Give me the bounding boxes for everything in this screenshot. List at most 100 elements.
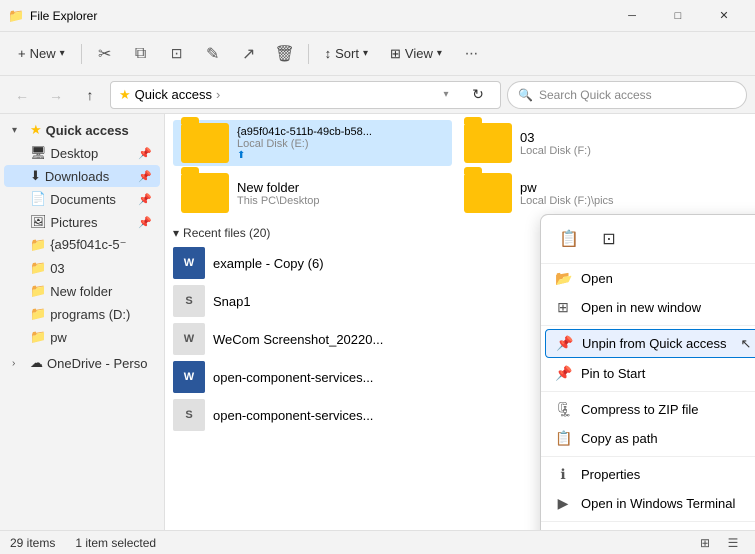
- share-button[interactable]: ↗: [232, 37, 266, 71]
- sidebar-item-programs[interactable]: 📁 programs (D:): [4, 303, 160, 325]
- sidebar-item-onedrive[interactable]: › ☁ OneDrive - Perso: [4, 352, 160, 374]
- file-icon-3: W: [173, 323, 205, 355]
- more-button[interactable]: ···: [454, 37, 488, 71]
- folder-icon: 📁: [30, 329, 46, 345]
- ctx-open[interactable]: 📂 Open Enter: [541, 264, 755, 293]
- ctx-open-new-window[interactable]: ⊞ Open in new window: [541, 293, 755, 322]
- search-bar[interactable]: 🔍 Search Quick access: [507, 81, 747, 109]
- address-bar[interactable]: ★ Quick access › ▾ ↻: [110, 81, 501, 109]
- address-path: Quick access: [135, 87, 212, 102]
- ctx-more-options[interactable]: ⊞ Show more options Shift+F10: [541, 525, 755, 530]
- minimize-button[interactable]: ─: [609, 0, 655, 32]
- back-button[interactable]: ←: [8, 81, 36, 109]
- ctx-copy-icon-btn[interactable]: 📋: [551, 223, 587, 255]
- close-button[interactable]: ✕: [701, 0, 747, 32]
- maximize-button[interactable]: □: [655, 0, 701, 32]
- ctx-pin-start-label: Pin to Start: [581, 366, 645, 381]
- sort-button[interactable]: ↕ Sort ▾: [315, 41, 378, 66]
- folder-thumb-new: [181, 173, 229, 213]
- toolbar: + New ▾ ✂ ⧉ ⊡ ✎ ↗ 🗑 ↕ Sort ▾ ⊞ View ▾ ··…: [0, 32, 755, 76]
- folder-thumb-03: [464, 123, 512, 163]
- properties-icon: ℹ: [555, 466, 571, 483]
- ctx-copy-path-label: Copy as path: [581, 431, 658, 446]
- sidebar-item-new-folder[interactable]: 📁 New folder: [4, 280, 160, 302]
- pictures-label: Pictures: [51, 215, 98, 230]
- open-window-icon: ⊞: [555, 299, 571, 316]
- ctx-pin-start[interactable]: 📌 Pin to Start: [541, 359, 755, 388]
- folder-shortcut-icon: ⬆: [237, 150, 372, 161]
- pin-icon: 📌: [138, 193, 152, 206]
- terminal-icon: ▶: [555, 495, 571, 512]
- file-icon-5: S: [173, 399, 205, 431]
- desktop-icon: 🖥: [30, 145, 47, 161]
- star-icon: ★: [30, 122, 42, 138]
- new-button[interactable]: + New ▾: [8, 41, 75, 66]
- ctx-open-window-label: Open in new window: [581, 300, 701, 315]
- sidebar: ▾ ★ Quick access 🖥 Desktop 📌 ⬇ Downloads…: [0, 114, 165, 530]
- ctx-terminal[interactable]: ▶ Open in Windows Terminal: [541, 489, 755, 518]
- onedrive-label: OneDrive - Perso: [47, 356, 147, 371]
- sidebar-item-03[interactable]: 📁 03: [4, 257, 160, 279]
- pin-icon: 📌: [138, 216, 152, 229]
- refresh-button[interactable]: ↻: [464, 81, 492, 109]
- sidebar-item-downloads[interactable]: ⬇ Downloads 📌: [4, 165, 160, 187]
- view-chevron: ▾: [437, 48, 442, 59]
- folder-sub-03: Local Disk (F:): [520, 145, 591, 157]
- a95f-label: {a95f041c-5⁻: [50, 237, 126, 253]
- grid-view-toggle[interactable]: ⊞: [693, 533, 717, 553]
- folder-icon: 📁: [30, 260, 46, 276]
- folder-item-new-folder[interactable]: New folder This PC\Desktop: [173, 170, 452, 216]
- folder-sub-new: This PC\Desktop: [237, 195, 320, 207]
- chevron-icon: ▾: [60, 48, 65, 59]
- folder-item-pw[interactable]: pw Local Disk (F:)\pics: [456, 170, 735, 216]
- context-menu: 📋 ⊡ 📂 Open Enter ⊞ Open in new window 📌 …: [540, 214, 755, 530]
- delete-button[interactable]: 🗑: [268, 37, 302, 71]
- file-name-1: example - Copy (6): [213, 256, 324, 271]
- folder-sub-a95f: Local Disk (E:): [237, 138, 372, 150]
- folder-item-a95f[interactable]: {a95f041c-511b-49cb-b58... Local Disk (E…: [173, 120, 452, 166]
- view-button[interactable]: ⊞ View ▾: [380, 41, 452, 67]
- documents-icon: 📄: [30, 191, 46, 207]
- folder-item-03[interactable]: 03 Local Disk (F:): [456, 120, 735, 166]
- star-icon: ★: [119, 87, 131, 103]
- downloads-icon: ⬇: [30, 168, 41, 184]
- up-button[interactable]: ↑: [76, 81, 104, 109]
- sidebar-item-documents[interactable]: 📄 Documents 📌: [4, 188, 160, 210]
- copy-button[interactable]: ⧉: [124, 37, 158, 71]
- forward-button[interactable]: →: [42, 81, 70, 109]
- plus-icon: +: [18, 46, 26, 61]
- list-view-toggle[interactable]: ☰: [721, 533, 745, 553]
- ctx-paste-icon-btn[interactable]: ⊡: [591, 223, 627, 255]
- paste-button[interactable]: ⊡: [160, 37, 194, 71]
- cut-button[interactable]: ✂: [88, 37, 122, 71]
- toolbar-separator-1: [81, 44, 82, 64]
- path-chevron: ›: [216, 87, 220, 102]
- programs-label: programs (D:): [50, 307, 130, 322]
- sort-icon: ↕: [325, 46, 332, 61]
- ctx-compress[interactable]: 🗜 Compress to ZIP file: [541, 395, 755, 424]
- onedrive-icon: ☁: [30, 355, 43, 371]
- open-icon: 📂: [555, 270, 571, 287]
- compress-icon: 🗜: [555, 401, 571, 418]
- desktop-label: Desktop: [51, 146, 99, 161]
- sidebar-item-desktop[interactable]: 🖥 Desktop 📌: [4, 142, 160, 164]
- rename-button[interactable]: ✎: [196, 37, 230, 71]
- expand-icon: ›: [12, 358, 26, 369]
- sidebar-item-pw[interactable]: 📁 pw: [4, 326, 160, 348]
- documents-label: Documents: [50, 192, 116, 207]
- ctx-unpin-label: Unpin from Quick access: [582, 336, 727, 351]
- ctx-unpin[interactable]: 📌 Unpin from Quick access ↖: [545, 329, 755, 358]
- sidebar-item-pictures[interactable]: 🖼 Pictures 📌: [4, 211, 160, 233]
- quick-access-header[interactable]: ▾ ★ Quick access: [4, 119, 160, 141]
- dropdown-button[interactable]: ▾: [432, 81, 460, 109]
- ctx-properties[interactable]: ℹ Properties Alt+Enter: [541, 460, 755, 489]
- recent-section-label: Recent files (20): [183, 226, 270, 240]
- ctx-copy-path[interactable]: 📋 Copy as path: [541, 424, 755, 453]
- search-icon: 🔍: [518, 88, 533, 102]
- folder-name-new: New folder: [237, 180, 320, 195]
- folder-name-pw: pw: [520, 180, 614, 195]
- downloads-label: Downloads: [45, 169, 109, 184]
- pin-icon: 📌: [138, 147, 152, 160]
- sidebar-item-a95f[interactable]: 📁 {a95f041c-5⁻: [4, 234, 160, 256]
- context-menu-top-bar: 📋 ⊡: [541, 215, 755, 264]
